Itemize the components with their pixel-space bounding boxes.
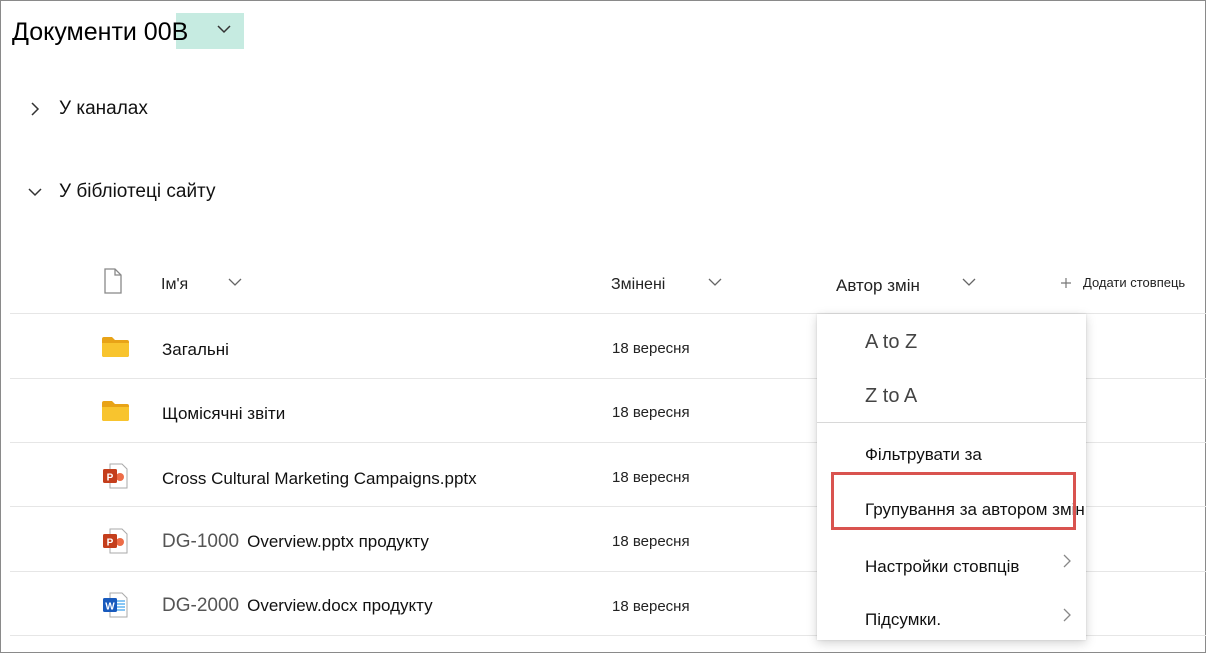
library-title[interactable]: Документи 00В — [12, 18, 188, 47]
table-row-name[interactable]: DG-1000 Overview.pptx продукту — [162, 531, 429, 553]
file-name-prefix: DG-2000 — [162, 595, 240, 616]
svg-text:P: P — [107, 473, 114, 484]
column-header-modified-by[interactable]: Автор змін — [836, 276, 920, 296]
folder-icon — [102, 337, 129, 357]
plus-icon[interactable] — [1060, 277, 1072, 289]
menu-separator — [817, 422, 1086, 423]
column-header-name[interactable]: Ім'я — [161, 276, 188, 294]
table-row-modified: 18 вересня — [612, 598, 690, 615]
section-in-channels[interactable]: У каналах — [28, 97, 148, 121]
svg-text:P: P — [107, 538, 114, 549]
section-label: У каналах — [59, 98, 148, 119]
word-file-icon: W — [103, 592, 128, 618]
table-row-modified: 18 вересня — [612, 469, 690, 486]
chevron-right-icon — [31, 102, 40, 116]
file-name-prefix: DG-1000 — [162, 531, 240, 552]
menu-item-column-settings[interactable]: Настройки стовпців — [865, 557, 1019, 577]
section-site-library[interactable]: У бібліотеці сайту — [28, 180, 215, 204]
table-row-name[interactable]: DG-2000 Overview.docx продукту — [162, 595, 433, 617]
table-row-modified: 18 вересня — [612, 340, 690, 357]
chevron-down-icon — [28, 188, 42, 197]
chevron-right-icon — [1063, 554, 1071, 568]
table-row-modified: 18 вересня — [612, 404, 690, 421]
menu-item-sort-z-to-a[interactable]: Z to A — [865, 385, 917, 408]
powerpoint-file-icon: P — [103, 463, 128, 489]
chevron-down-icon[interactable] — [708, 278, 722, 287]
table-row-name[interactable]: Загальні — [162, 340, 229, 360]
file-name-text: Overview.pptx продукту — [247, 532, 429, 551]
file-type-icon[interactable] — [103, 268, 123, 294]
svg-text:W: W — [105, 602, 115, 613]
menu-item-totals[interactable]: Підсумки. — [865, 610, 941, 630]
chevron-right-icon — [1063, 608, 1071, 622]
menu-item-filter-by[interactable]: Фільтрувати за — [865, 445, 982, 465]
folder-icon — [102, 401, 129, 421]
table-row-name[interactable]: Щомісячні звіти — [162, 404, 285, 424]
chevron-down-icon[interactable] — [217, 24, 231, 34]
section-label: У бібліотеці сайту — [59, 181, 216, 202]
column-header-modified[interactable]: Змінені — [611, 276, 665, 294]
chevron-down-icon[interactable] — [228, 278, 242, 287]
file-name-text: Overview.docx продукту — [247, 596, 433, 615]
menu-item-sort-a-to-z[interactable]: A to Z — [865, 331, 917, 354]
add-column-button[interactable]: Додати стовпець — [1083, 275, 1185, 290]
chevron-down-icon[interactable] — [962, 278, 976, 287]
callout-highlight-box — [831, 472, 1076, 530]
table-row-modified: 18 вересня — [612, 533, 690, 550]
table-row-name[interactable]: Cross Cultural Marketing Campaigns.pptx — [162, 469, 477, 489]
powerpoint-file-icon: P — [103, 528, 128, 554]
